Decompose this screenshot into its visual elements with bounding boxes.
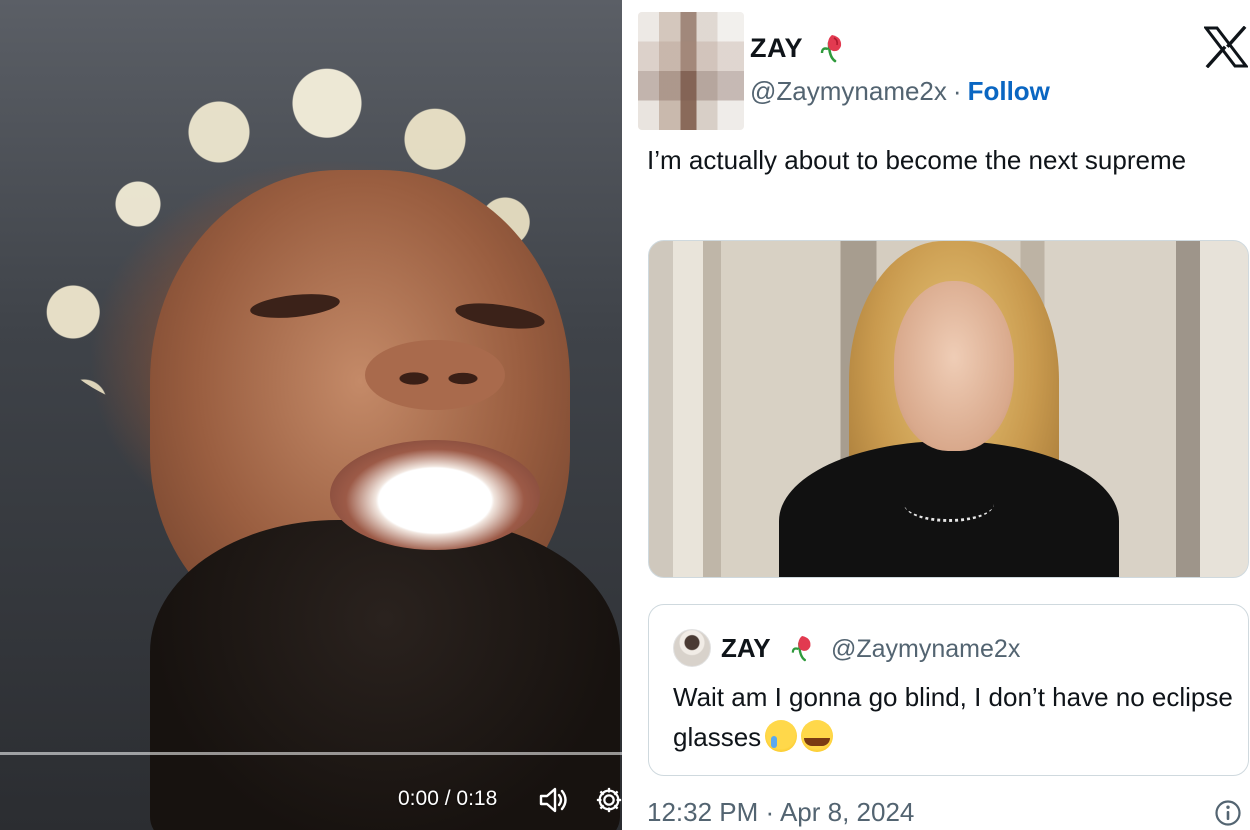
video-progress-bar[interactable] <box>0 752 622 755</box>
quoted-author-handle: @Zaymyname2x <box>831 635 1021 663</box>
author-handle[interactable]: @Zaymyname2x <box>750 76 947 106</box>
tweet-card: ZAY @Zaymyname2x · Follow I’m actually abo… <box>634 0 1250 830</box>
tear-face-emoji-icon <box>765 720 798 752</box>
video-time-readout: 0:00 / 0:18 <box>398 787 497 811</box>
follow-button[interactable]: Follow <box>968 76 1050 106</box>
quoted-tweet[interactable]: ZAY @Zaymyname2x Wait am I gonna go blin… <box>648 604 1249 776</box>
video-frame-beard <box>150 520 620 830</box>
x-logo-icon[interactable] <box>1204 26 1248 68</box>
media-necklace <box>904 486 994 522</box>
rose-emoji-icon <box>820 35 842 63</box>
video-frame-nose <box>365 340 505 410</box>
media-face <box>894 281 1014 451</box>
settings-gear-icon[interactable] <box>594 786 622 814</box>
quoted-author-avatar[interactable] <box>673 629 711 667</box>
handle-separator: · <box>952 76 962 106</box>
video-frame-smile <box>330 440 540 550</box>
author-handle-line: @Zaymyname2x · Follow <box>750 76 1050 107</box>
info-icon[interactable] <box>1214 799 1242 827</box>
volume-icon[interactable] <box>538 786 568 814</box>
quoted-tweet-text-block: Wait am I gonna go blind, I don’t have n… <box>673 677 1233 757</box>
author-name[interactable]: ZAY <box>750 33 803 64</box>
video-player[interactable]: 0:00 / 0:18 <box>0 0 622 830</box>
video-current-time: 0:00 <box>398 787 439 810</box>
tweet-text: I’m actually about to become the next su… <box>647 145 1187 175</box>
avatar-pixelation <box>638 12 744 130</box>
laughing-tears-emoji-icon <box>801 720 834 752</box>
video-duration: 0:18 <box>456 787 498 810</box>
video-time-separator: / <box>438 787 457 810</box>
tweet-timestamp[interactable]: 12:32 PM · Apr 8, 2024 <box>647 797 914 828</box>
tweet-media-image[interactable] <box>648 240 1249 578</box>
rose-emoji-icon <box>791 636 811 662</box>
quoted-author-name: ZAY <box>721 633 771 663</box>
quoted-tweet-text: Wait am I gonna go blind, I don’t have n… <box>673 682 1233 752</box>
author-avatar[interactable] <box>638 12 744 130</box>
